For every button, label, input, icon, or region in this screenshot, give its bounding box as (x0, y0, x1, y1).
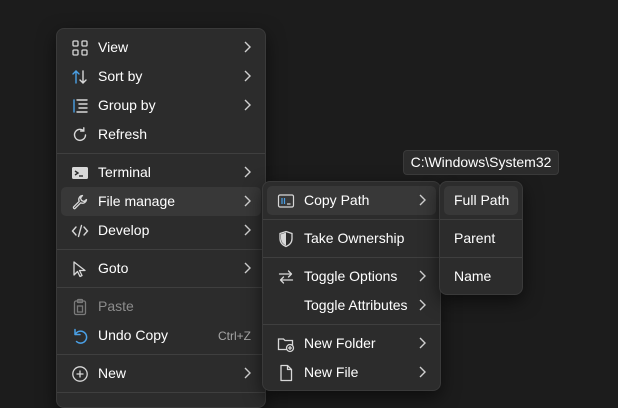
copy-path-icon (277, 192, 295, 210)
undo-icon (71, 327, 89, 345)
chevron-right-icon (242, 366, 252, 380)
menu-item-label: Toggle Options (304, 268, 398, 284)
group-list-icon (71, 97, 89, 115)
code-icon (71, 222, 89, 240)
menu-item-label: New (98, 365, 127, 381)
menu-item-toggle-attributes[interactable]: Toggle Attributes (267, 291, 436, 320)
menu-item-new-folder[interactable]: New Folder (267, 329, 436, 358)
menu-separator (263, 257, 440, 258)
menu-item-label: Parent (454, 230, 496, 246)
terminal-icon (71, 164, 89, 182)
menu-item-label: Undo Copy (98, 327, 169, 343)
menu-separator (57, 287, 265, 288)
refresh-icon (71, 126, 89, 144)
menu-item-label: Refresh (98, 126, 148, 142)
menu-item-label: Full Path (454, 192, 510, 208)
toggle-arrows-icon (277, 268, 295, 286)
menu-item-label: View (98, 39, 129, 55)
menu-item-take-ownership[interactable]: Take Ownership (267, 224, 436, 253)
menu-item-label: Take Ownership (304, 230, 405, 246)
menu-separator (263, 219, 440, 220)
menu-item-new[interactable]: New (61, 359, 261, 388)
menu-item-label: File manage (98, 193, 176, 209)
chevron-right-icon (242, 223, 252, 237)
copy-path-submenu: Full Path Parent Name (439, 181, 523, 295)
menu-item-label: New Folder (304, 335, 376, 351)
menu-item-name[interactable]: Name (444, 262, 518, 291)
menu-item-refresh[interactable]: Refresh (61, 120, 261, 149)
menu-item-copy-path[interactable]: Copy Path (267, 186, 436, 215)
chevron-right-icon (417, 298, 427, 312)
chevron-right-icon (242, 194, 252, 208)
add-circle-icon (71, 365, 89, 383)
menu-separator (440, 219, 522, 220)
menu-separator (57, 392, 265, 393)
menu-separator (57, 354, 265, 355)
menu-separator (263, 324, 440, 325)
menu-item-undo-copy[interactable]: Undo Copy Ctrl+Z (61, 321, 261, 350)
chevron-right-icon (242, 69, 252, 83)
chevron-right-icon (242, 98, 252, 112)
menu-item-paste[interactable]: Paste (61, 292, 261, 321)
menu-item-full-path[interactable]: Full Path (444, 186, 518, 215)
menu-item-label: Copy Path (304, 192, 370, 208)
menu-item-parent[interactable]: Parent (444, 224, 518, 253)
wrench-icon (71, 193, 89, 211)
file-manage-submenu: Copy Path Take Ownership Toggle Options … (262, 181, 441, 391)
chevron-right-icon (417, 193, 427, 207)
chevron-right-icon (417, 336, 427, 350)
new-file-icon (277, 364, 295, 382)
menu-item-label: Terminal (98, 164, 151, 180)
menu-item-label: Goto (98, 260, 129, 276)
new-folder-icon (277, 335, 295, 353)
menu-item-label: New File (304, 364, 359, 380)
chevron-right-icon (242, 261, 252, 275)
menu-item-label: Develop (98, 222, 150, 238)
menu-item-terminal[interactable]: Terminal (61, 158, 261, 187)
grid-icon (71, 39, 89, 57)
menu-item-label: Name (454, 268, 492, 284)
chevron-right-icon (417, 365, 427, 379)
menu-item-view[interactable]: View (61, 33, 261, 62)
menu-item-label: Paste (98, 298, 134, 314)
menu-item-label: Group by (98, 97, 156, 113)
chevron-right-icon (242, 40, 252, 54)
chevron-right-icon (242, 165, 252, 179)
menu-separator (440, 257, 522, 258)
menu-item-toggle-options[interactable]: Toggle Options (267, 262, 436, 291)
clipboard-icon (71, 298, 89, 316)
menu-separator (57, 249, 265, 250)
shield-icon (277, 230, 295, 248)
shortcut-text: Ctrl+Z (218, 329, 251, 343)
path-tooltip: C:\Windows\System32 (403, 150, 559, 175)
menu-item-label: Toggle Attributes (304, 297, 408, 313)
cursor-icon (71, 260, 89, 278)
menu-item-label: Sort by (98, 68, 143, 84)
context-menu: View Sort by Group by Refresh Terminal F… (56, 28, 266, 408)
menu-item-new-file[interactable]: New File (267, 358, 436, 387)
menu-separator (57, 153, 265, 154)
menu-item-develop[interactable]: Develop (61, 216, 261, 245)
menu-item-sort-by[interactable]: Sort by (61, 62, 261, 91)
sort-icon (71, 68, 89, 86)
menu-item-group-by[interactable]: Group by (61, 91, 261, 120)
menu-item-file-manage[interactable]: File manage (61, 187, 261, 216)
menu-item-goto[interactable]: Goto (61, 254, 261, 283)
chevron-right-icon (417, 269, 427, 283)
